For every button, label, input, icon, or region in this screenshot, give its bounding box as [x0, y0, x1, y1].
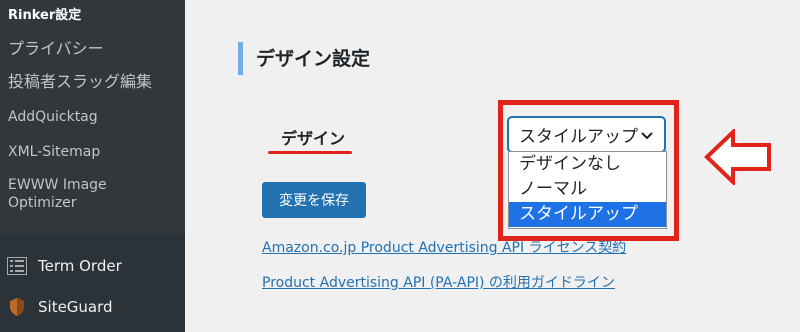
list-icon [6, 256, 28, 276]
submenu-item-xml-sitemap[interactable]: XML-Sitemap [8, 143, 100, 161]
submenu-item-ewww[interactable]: EWWW Image Optimizer [8, 176, 107, 212]
page-title: デザイン設定 [256, 48, 371, 70]
menu-item-term-order[interactable]: Term Order [0, 249, 185, 283]
admin-sidebar: Rinker設定 プライバシー 投稿者スラッグ編集 AddQuicktag XM… [0, 0, 185, 332]
heading-accent-bar [238, 42, 243, 75]
save-button[interactable]: 変更を保存 [262, 182, 366, 218]
label-annotation-underline [268, 151, 352, 154]
submenu-item-rinker[interactable]: Rinker設定 [8, 7, 81, 25]
design-field-label: デザイン [281, 129, 346, 148]
submenu-item-ewww-line1: EWWW Image [8, 177, 107, 193]
settings-submenu: Rinker設定 プライバシー 投稿者スラッグ編集 AddQuicktag XM… [0, 0, 185, 234]
submenu-item-addquicktag[interactable]: AddQuicktag [8, 108, 98, 126]
menu-item-siteguard[interactable]: SiteGuard [0, 290, 185, 324]
annotation-highlight-box [498, 100, 679, 241]
pa-api-guideline-link[interactable]: Product Advertising API (PA-API) の利用ガイドラ… [262, 272, 615, 292]
shield-icon [6, 297, 28, 317]
submenu-item-ewww-line2: Optimizer [8, 195, 77, 211]
menu-item-term-order-label: Term Order [38, 257, 122, 275]
annotation-arrow-icon [704, 129, 771, 185]
submenu-item-privacy[interactable]: プライバシー [8, 40, 104, 58]
menu-item-siteguard-label: SiteGuard [38, 298, 113, 316]
submenu-item-author-slug[interactable]: 投稿者スラッグ編集 [8, 73, 152, 91]
